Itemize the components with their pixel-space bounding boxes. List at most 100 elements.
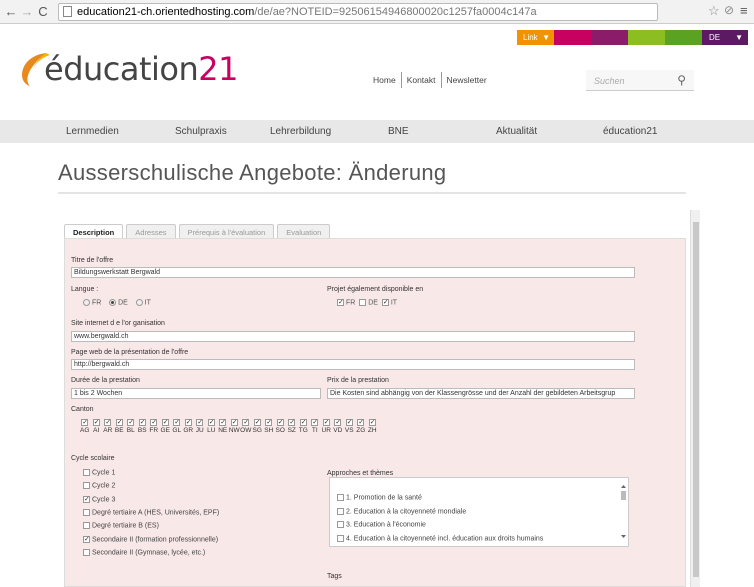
canton-item[interactable]: ✓ AR <box>102 419 114 434</box>
canton-checkbox[interactable]: ✓ <box>334 419 342 426</box>
site-logo[interactable]: éducation21 <box>16 46 238 92</box>
canton-checkbox[interactable]: ✓ <box>150 419 158 426</box>
canton-checkbox[interactable]: ✓ <box>242 419 250 426</box>
mainnav-bne[interactable]: BNE <box>388 120 409 143</box>
mainnav-aktualitat[interactable]: Aktualität <box>496 120 537 143</box>
canton-item[interactable]: ✓ ZH <box>367 419 379 434</box>
canton-checkbox[interactable]: ✓ <box>230 419 238 426</box>
langue-radio-it[interactable] <box>135 299 143 306</box>
forward-icon[interactable]: → <box>20 3 34 21</box>
link-dropdown[interactable]: Link ▼ <box>517 30 554 45</box>
mainnav-schulpraxis[interactable]: Schulpraxis <box>175 120 227 143</box>
canton-item[interactable]: ✓ JU <box>194 419 206 434</box>
mainnav-education21[interactable]: éducation21 <box>603 120 658 143</box>
canton-checkbox[interactable]: ✓ <box>127 419 135 426</box>
nav-home-link[interactable]: Home <box>368 72 402 88</box>
form-scrollbar[interactable] <box>690 210 700 587</box>
canton-item[interactable]: ✓ LU <box>206 419 218 434</box>
approches-scrollbar[interactable] <box>620 484 627 539</box>
canton-checkbox[interactable]: ✓ <box>196 419 204 426</box>
canton-checkbox[interactable]: ✓ <box>311 419 319 426</box>
canton-checkbox[interactable]: ✓ <box>115 419 123 426</box>
extension-icon[interactable]: ⊘ <box>724 3 734 17</box>
pageweb-input[interactable]: http://bergwald.ch <box>71 359 635 370</box>
cycle-checkbox[interactable] <box>83 482 90 490</box>
cycle-option[interactable]: Cycle 2 <box>83 482 115 490</box>
canton-item[interactable]: ✓ TG <box>298 419 310 434</box>
cycle-checkbox[interactable]: ✓ <box>83 535 90 543</box>
cycle-option[interactable]: Cycle 1 <box>83 469 115 476</box>
search-icon[interactable]: ⚲ <box>677 73 686 87</box>
site-input[interactable]: www.bergwald.ch <box>71 331 635 342</box>
cycle-checkbox[interactable]: ✓ <box>83 495 90 503</box>
cycle-option[interactable]: ✓ Cycle 3 <box>83 495 115 503</box>
cycle-option[interactable]: Degré tertiaire B (ES) <box>83 522 159 530</box>
canton-checkbox[interactable]: ✓ <box>253 419 261 426</box>
canton-item[interactable]: ✓ VS <box>344 419 356 434</box>
canton-checkbox[interactable]: ✓ <box>92 419 100 426</box>
nav-newsletter-link[interactable]: Newsletter <box>442 72 492 88</box>
canton-item[interactable]: ✓ OW <box>240 419 252 434</box>
approche-option[interactable]: 3. Education à l'économie <box>337 521 426 528</box>
approche-checkbox[interactable] <box>337 521 344 528</box>
canton-checkbox[interactable]: ✓ <box>207 419 215 426</box>
address-bar[interactable]: education21-ch.orientedhosting.com/de/ae… <box>58 3 658 21</box>
cycle-checkbox[interactable] <box>83 508 90 516</box>
projet-check-it[interactable]: ✓ <box>381 299 389 306</box>
canton-checkbox[interactable]: ✓ <box>104 419 112 426</box>
langue-radio-de[interactable] <box>109 299 117 306</box>
canton-checkbox[interactable]: ✓ <box>161 419 169 426</box>
canton-item[interactable]: ✓ ZG <box>355 419 367 434</box>
mainnav-lernmedien[interactable]: Lernmedien <box>66 120 119 143</box>
canton-checkbox[interactable]: ✓ <box>173 419 181 426</box>
prix-input[interactable]: Die Kosten sind abhängig von der Klassen… <box>327 388 635 399</box>
search-input[interactable]: Suchen ⚲ <box>586 70 694 91</box>
cycle-checkbox[interactable] <box>83 548 90 556</box>
canton-item[interactable]: ✓ UR <box>321 419 333 434</box>
canton-item[interactable]: ✓ VD <box>332 419 344 434</box>
approche-checkbox[interactable] <box>337 494 344 501</box>
canton-checkbox[interactable]: ✓ <box>265 419 273 426</box>
cycle-option[interactable]: Secondaire II (Gymnase, lycée, etc.) <box>83 548 205 556</box>
approche-option[interactable]: 2. Education à la citoyenneté mondiale <box>337 507 466 515</box>
canton-item[interactable]: ✓ GE <box>160 419 172 434</box>
canton-item[interactable]: ✓ AI <box>91 419 103 434</box>
canton-checkbox[interactable]: ✓ <box>368 419 376 426</box>
projet-check-de[interactable] <box>359 299 367 306</box>
titre-input[interactable]: Bildungswerkstatt Bergwald <box>71 267 635 278</box>
canton-item[interactable]: ✓ FR <box>148 419 160 434</box>
canton-checkbox[interactable]: ✓ <box>81 419 89 426</box>
canton-checkbox[interactable]: ✓ <box>322 419 330 426</box>
mainnav-lehrerbildung[interactable]: Lehrerbildung <box>270 120 331 143</box>
canton-item[interactable]: ✓ BS <box>137 419 149 434</box>
approche-option[interactable]: 1. Promotion de la santé <box>337 494 422 501</box>
projet-check-fr[interactable]: ✓ <box>337 299 344 306</box>
canton-item[interactable]: ✓ SG <box>252 419 264 434</box>
canton-checkbox[interactable]: ✓ <box>288 419 296 426</box>
duree-input[interactable]: 1 bis 2 Wochen <box>71 388 321 399</box>
cycle-option[interactable]: ✓ Secondaire II (formation professionnell… <box>83 535 218 543</box>
langue-radio-fr[interactable] <box>83 299 90 306</box>
canton-item[interactable]: ✓ SH <box>263 419 275 434</box>
canton-item[interactable]: ✓ BE <box>114 419 126 434</box>
back-icon[interactable]: ← <box>4 3 18 21</box>
canton-item[interactable]: ✓ TI <box>309 419 321 434</box>
canton-checkbox[interactable]: ✓ <box>345 419 353 426</box>
canton-item[interactable]: ✓ GL <box>171 419 183 434</box>
cycle-checkbox[interactable] <box>83 522 90 530</box>
approche-checkbox[interactable] <box>337 507 344 515</box>
canton-item[interactable]: ✓ NE <box>217 419 229 434</box>
canton-item[interactable]: ✓ NW <box>229 419 241 434</box>
canton-checkbox[interactable]: ✓ <box>276 419 284 426</box>
cycle-option[interactable]: Degré tertiaire A (HES, Universités, EPF… <box>83 508 219 516</box>
language-dropdown[interactable]: DE ▼ <box>702 30 748 45</box>
reload-icon[interactable]: C <box>36 3 50 21</box>
canton-item[interactable]: ✓ SZ <box>286 419 298 434</box>
cycle-checkbox[interactable] <box>83 469 90 476</box>
canton-checkbox[interactable]: ✓ <box>184 419 192 426</box>
bookmark-star-icon[interactable]: ☆ <box>708 3 720 19</box>
canton-checkbox[interactable]: ✓ <box>357 419 365 426</box>
canton-checkbox[interactable]: ✓ <box>138 419 146 426</box>
nav-kontakt-link[interactable]: Kontakt <box>402 72 442 88</box>
approche-option[interactable]: 4. Education à la citoyenneté incl. éduc… <box>337 534 543 542</box>
